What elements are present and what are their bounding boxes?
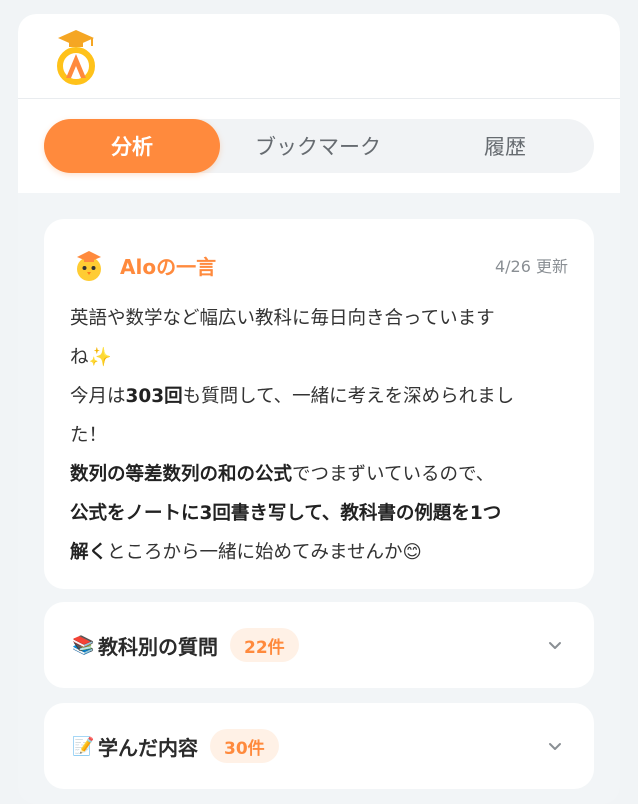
message-line: た！: [70, 425, 108, 446]
section-label: 学んだ内容: [98, 735, 198, 760]
chevron-down-icon[interactable]: [546, 636, 564, 654]
weak-topic: 数列の等差数列の和の公式: [70, 464, 293, 485]
suggestion-text: 公式をノートに3回書き写して、教科書の例題を1つ: [70, 503, 502, 524]
graduation-cap-logo-icon[interactable]: [54, 28, 98, 86]
tab-history[interactable]: 履歴: [416, 119, 594, 173]
books-icon: 📚: [72, 634, 95, 656]
app-container: 分析 ブックマーク 履歴 Aloの一言 4/26 更新 英語や数学など幅広い教科…: [18, 14, 620, 804]
tab-bar-container: 分析 ブックマーク 履歴: [18, 99, 620, 193]
message-line: 公式をノートに3回書き写して、教科書の例題を1つ: [70, 494, 570, 533]
message-line: ね✨: [70, 347, 112, 368]
segmented-tabs: 分析 ブックマーク 履歴: [44, 119, 594, 173]
question-count: 303回: [125, 386, 183, 407]
summary-message: 英語や数学など幅広い教科に毎日向き合っています ね✨ 今月は303回も質問して、…: [70, 299, 570, 572]
count-badge: 30件: [210, 729, 279, 763]
summary-title: Aloの一言: [120, 254, 217, 279]
chevron-down-icon[interactable]: [546, 737, 564, 755]
mascot-chick-icon: [77, 251, 101, 281]
top-bar: [18, 14, 620, 99]
message-line: 今月は303回も質問して、一緒に考えを深められまし: [70, 386, 515, 407]
section-questions-by-subject[interactable]: 📚 教科別の質問 22件: [44, 602, 594, 688]
section-learned-content[interactable]: 📝 学んだ内容 30件: [44, 703, 594, 789]
summary-card-header: Aloの一言 4/26 更新: [72, 247, 568, 283]
memo-icon: 📝: [72, 735, 95, 757]
message-line: 解くところから一緒に始めてみませんか😊: [70, 542, 422, 563]
tab-bookmarks[interactable]: ブックマーク: [220, 119, 416, 173]
tab-analysis[interactable]: 分析: [44, 119, 220, 173]
alo-summary-card: Aloの一言 4/26 更新 英語や数学など幅広い教科に毎日向き合っています ね…: [44, 219, 594, 589]
section-label: 教科別の質問: [98, 634, 218, 659]
message-line: 英語や数学など幅広い教科に毎日向き合っています: [70, 308, 495, 329]
message-line: 数列の等差数列の和の公式でつまずいているので、: [70, 464, 495, 485]
updated-date: 4/26 更新: [494, 257, 568, 276]
count-badge: 22件: [230, 628, 299, 662]
